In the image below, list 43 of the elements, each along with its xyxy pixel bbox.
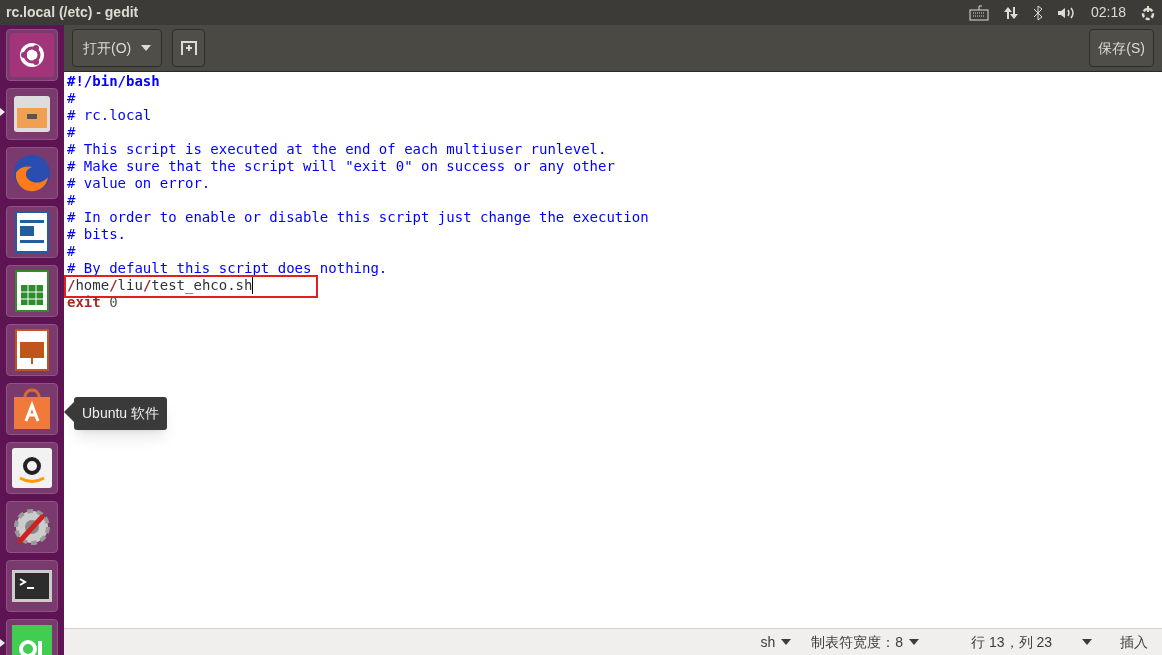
clock[interactable]: 02:18: [1090, 2, 1126, 23]
launcher-item[interactable]: [6, 265, 58, 317]
code-line: # rc.local: [67, 107, 152, 124]
save-button[interactable]: 保存(S): [1089, 29, 1154, 67]
status-dropdown[interactable]: sh: [760, 631, 792, 653]
code-line: #: [67, 124, 76, 141]
code-line: # bits.: [67, 226, 126, 243]
status-text: 行 13，列 23: [971, 632, 1052, 652]
open-button[interactable]: 打开(O): [72, 29, 163, 67]
launcher-item[interactable]: [6, 324, 58, 376]
code-line: # This script is executed at the end of each multiuser runlevel.: [67, 141, 607, 158]
ubuntu-logo-icon: [10, 33, 54, 77]
code-line: # In order to enable or disable this script just change the execution: [67, 209, 649, 226]
caret-icon: [781, 639, 792, 645]
code-line: #: [67, 192, 76, 209]
new-tab-icon: [180, 41, 197, 55]
code-line: # By default this script does nothing.: [67, 260, 388, 277]
launcher-item[interactable]: [6, 206, 58, 258]
code-line: #!/bin/bash: [67, 73, 160, 90]
code-line: exit 0: [67, 294, 118, 311]
new-tab-button[interactable]: [172, 29, 206, 67]
status-dropdown[interactable]: 制表符宽度：8: [811, 631, 920, 653]
status-text: 插入: [1120, 632, 1148, 652]
launcher-item[interactable]: [6, 442, 58, 494]
power-icon[interactable]: [1140, 4, 1156, 21]
code-line: #: [67, 90, 76, 107]
code-line: # value on error.: [67, 175, 211, 192]
code-line: # Make sure that the script will "exit 0" on success or any other: [67, 158, 615, 175]
code-line: #: [67, 243, 76, 260]
tooltip-pointer-icon: [64, 402, 74, 422]
shopping-icon: [10, 446, 54, 490]
launcher-item[interactable]: [6, 383, 58, 435]
bluetooth-icon[interactable]: [1032, 4, 1043, 21]
network-arrows-icon[interactable]: [1002, 4, 1019, 21]
launcher-item[interactable]: [6, 29, 58, 81]
status-dropdown[interactable]: [1082, 639, 1092, 645]
launcher-item[interactable]: [6, 560, 58, 612]
keyboard-icon[interactable]: [968, 4, 989, 21]
window-title: rc.local (/etc) - gedit: [6, 3, 139, 22]
caret-icon: [1082, 639, 1092, 645]
caret-icon: [909, 639, 920, 645]
code-line: /home/liu/test_ehco.sh: [67, 277, 253, 294]
caret-icon: [141, 45, 152, 51]
